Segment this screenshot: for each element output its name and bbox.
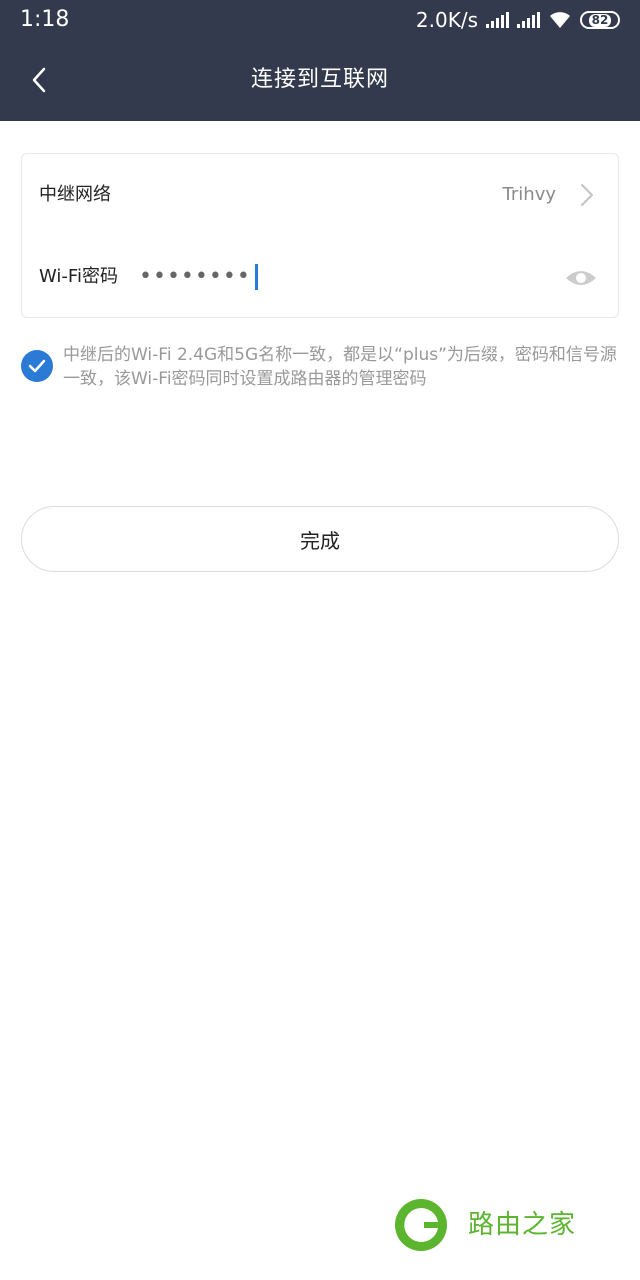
net-speed: 2.0K/s (415, 8, 478, 32)
chevron-right-icon (581, 184, 593, 206)
relay-network-value: Trihvy (502, 184, 556, 205)
watermark-text: 路由之家 (468, 1210, 577, 1240)
status-time: 1:18 (20, 7, 70, 32)
signal-icon (517, 12, 540, 28)
router-home-logo-icon (395, 1199, 447, 1251)
nav-bar: 连接到互联网 (0, 40, 640, 121)
status-bar: 1:18 2.0K/s 82 (0, 0, 640, 40)
watermark: 路由之家 (394, 1198, 594, 1252)
password-masked-value: •••••••• (139, 264, 251, 289)
signal-icon (486, 12, 509, 28)
text-cursor (254, 264, 258, 290)
eye-icon[interactable] (564, 266, 598, 290)
battery-level: 82 (588, 13, 612, 27)
status-indicators: 2.0K/s 82 (416, 7, 620, 33)
note-text: 中继后的Wi-Fi 2.4G和5G名称一致，都是以“plus”为后缀，密码和信号… (63, 345, 617, 389)
header: 1:18 2.0K/s 82 连接到互联网 (0, 0, 640, 121)
wifi-password-row: Wi-Fi密码 •••••••• (22, 236, 618, 318)
page-title: 连接到互联网 (250, 67, 389, 92)
wifi-password-input[interactable]: •••••••• (139, 262, 519, 292)
settings-card: 中继网络 Trihvy Wi-Fi密码 •••••••• (21, 153, 619, 318)
check-icon[interactable] (21, 350, 53, 382)
done-button[interactable]: 完成 (21, 506, 619, 572)
battery-icon: 82 (580, 11, 620, 29)
wifi-icon (550, 12, 570, 28)
relay-network-row[interactable]: 中继网络 Trihvy (22, 154, 618, 236)
relay-network-label: 中继网络 (39, 184, 111, 205)
wifi-password-label: Wi-Fi密码 (39, 266, 118, 287)
